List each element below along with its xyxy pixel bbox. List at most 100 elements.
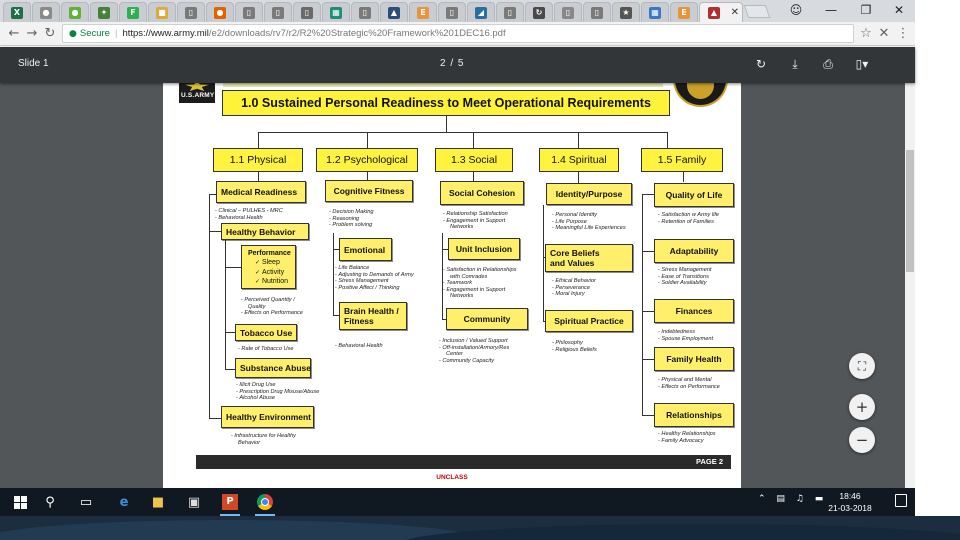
browser-tab[interactable]: ■ [148, 2, 176, 22]
task-view-icon[interactable]: ▭ [74, 491, 98, 513]
browser-menu-icon[interactable]: ⋮ [895, 26, 911, 42]
browser-tab[interactable]: ▲ ✕ [699, 2, 743, 22]
connector-line [642, 251, 654, 252]
connector-line [578, 132, 579, 148]
cognitive-notes: Decision Making Reasoning Problem solvin… [329, 209, 373, 229]
page-footer-bar: PAGE 2 [196, 455, 731, 469]
performance-box: Performance Sleep Activity Nutrition [241, 245, 296, 289]
spiritual-spine-line [543, 205, 544, 321]
browser-tab[interactable]: ● [206, 2, 234, 22]
browser-tab[interactable]: ★ [612, 2, 640, 22]
connector-line [209, 418, 221, 419]
note-item: Networks [450, 224, 474, 230]
minimize-button[interactable]: — [820, 2, 842, 18]
address-bar[interactable]: ● Secure | https://www.army.mil/e2/download… [62, 24, 854, 43]
scrollbar-thumb[interactable] [906, 150, 914, 272]
footer-page-number: PAGE 2 [696, 457, 723, 466]
sheets-icon: ▦ [330, 6, 342, 19]
pdf-scrollbar[interactable] [905, 47, 915, 488]
store-icon[interactable]: ▣ [182, 491, 206, 513]
windows-start-icon[interactable] [8, 491, 32, 513]
download-icon[interactable]: ⤓ [786, 55, 804, 73]
browser-tab[interactable]: ▯ [438, 2, 466, 22]
system-tray-icons[interactable]: ⌃ ▤ ♫ ▬ [758, 494, 827, 504]
browser-tab[interactable]: E [409, 2, 437, 22]
taskbar-clock[interactable]: 18:46 21-03-2018 [820, 490, 880, 514]
browser-tab[interactable]: ▲ [380, 2, 408, 22]
edge-icon[interactable]: e [112, 491, 136, 513]
document-icon: ▯ [591, 6, 603, 19]
chrome-icon[interactable] [253, 491, 277, 516]
browser-tab[interactable]: ● [32, 2, 60, 22]
close-tab-icon[interactable]: ✕ [876, 26, 892, 42]
rotate-icon[interactable]: ↻ [752, 55, 770, 73]
lock-icon: ● [69, 29, 77, 39]
search-icon[interactable]: ⚲ [38, 491, 62, 513]
performance-item: Nutrition [248, 277, 295, 287]
back-icon[interactable]: ← [6, 26, 22, 42]
action-center-icon[interactable] [895, 494, 907, 507]
connector-line [367, 132, 368, 148]
note-item: Soldier Availability [658, 280, 711, 287]
page-total: 5 [457, 58, 464, 69]
fit-to-page-icon[interactable]: ⛶ [849, 353, 875, 379]
reload-icon[interactable]: ↻ [42, 26, 58, 42]
close-window-button[interactable]: ✕ [888, 2, 910, 18]
close-tab-icon[interactable]: ✕ [731, 7, 739, 18]
forward-icon[interactable]: → [24, 26, 40, 42]
browser-tab[interactable]: ↻ [525, 2, 553, 22]
medical-readiness-notes: Clinical – PULHES - MRC Behavioral Healt… [215, 208, 282, 221]
print-icon[interactable]: ⎙ [819, 55, 837, 73]
category-physical: 1.1 Physical [213, 148, 303, 172]
browser-tab[interactable]: ▯ [264, 2, 292, 22]
zoom-out-icon[interactable]: − [849, 427, 875, 453]
connector-line [209, 194, 216, 195]
connector-line [642, 194, 654, 195]
browser-tab[interactable]: E [670, 2, 698, 22]
restore-button[interactable]: ❐ [855, 2, 877, 18]
browser-tab[interactable]: X [3, 2, 31, 22]
browser-tab[interactable]: ◢ [467, 2, 495, 22]
browser-tab[interactable]: ▯ [554, 2, 582, 22]
header-rule [223, 83, 663, 87]
page-current[interactable]: 2 [440, 58, 446, 69]
document-icon: ▯ [185, 6, 197, 19]
new-tab-button[interactable] [743, 5, 771, 18]
note-item: Spouse Employment [658, 336, 713, 343]
browser-tab[interactable]: ▯ [177, 2, 205, 22]
powerpoint-icon[interactable]: P [218, 491, 242, 516]
relationship-notes: Healthy Relationships Family Advocacy [658, 431, 715, 444]
connector-line [209, 231, 221, 232]
note-item: Effects on Performance [241, 310, 302, 317]
file-explorer-icon[interactable]: ■ [146, 491, 170, 513]
note-item: Relationship Satisfaction [443, 211, 507, 218]
bookmark-icon[interactable]: ▯▾ [853, 55, 871, 73]
browser-tab[interactable]: ▯ [235, 2, 263, 22]
unit-inclusion-box: Unit Inclusion [448, 238, 520, 260]
url-host: https://www.army.mil [122, 28, 209, 39]
profile-icon[interactable]: ☺ [785, 2, 807, 18]
quality-notes: Satisfaction w Army life Retention of Fa… [658, 212, 719, 225]
browser-tab[interactable]: ▦ [641, 2, 669, 22]
browser-tab[interactable]: ▯ [351, 2, 379, 22]
browser-tab[interactable]: ● [61, 2, 89, 22]
browser-tab[interactable]: ▦ [322, 2, 350, 22]
folder-icon: ■ [156, 6, 168, 19]
browser-tab[interactable]: ▯ [293, 2, 321, 22]
behavior-spine-line [225, 240, 226, 369]
adaptability-box: Adaptability [654, 239, 734, 263]
browser-tab[interactable]: ▯ [496, 2, 524, 22]
zoom-in-icon[interactable]: + [849, 394, 875, 420]
physical-spine-line [209, 194, 210, 419]
browser-tab[interactable]: ✦ [90, 2, 118, 22]
browser-tab[interactable]: F [119, 2, 147, 22]
adapt-notes: Stress Management Ease of Transitions So… [658, 267, 711, 287]
browser-tab[interactable]: ▯ [583, 2, 611, 22]
finances-box: Finances [654, 299, 734, 323]
connector-line [367, 172, 368, 180]
connector-line [225, 332, 235, 333]
practice-notes: Philosophy Religious Beliefs [552, 340, 596, 353]
note-item: Community Capacity [439, 358, 509, 365]
brain-health-box: Brain Health / Fitness [339, 302, 407, 330]
bookmark-star-icon[interactable]: ☆ [858, 26, 874, 42]
